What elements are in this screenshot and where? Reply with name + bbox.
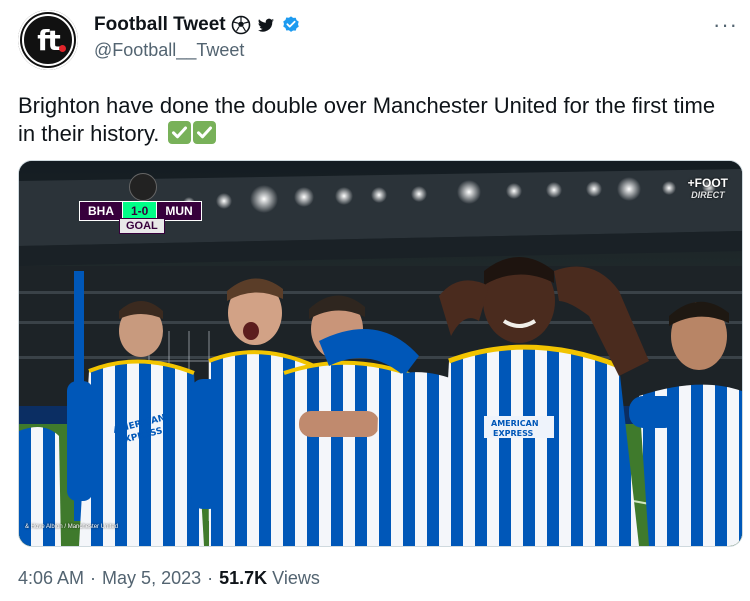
verified-badge-icon xyxy=(282,16,299,32)
broadcaster-name: +FOOT xyxy=(687,176,728,190)
svg-text:EXPRESS: EXPRESS xyxy=(493,429,534,438)
views-count: 51.7K xyxy=(219,568,268,588)
broadcaster-logo: +FOOT DIRECT xyxy=(688,177,728,201)
check-mark-icon xyxy=(167,121,191,144)
tweet-date[interactable]: May 5, 2023 xyxy=(102,568,201,588)
avatar-text: ft xyxy=(37,23,61,57)
avatar-dot xyxy=(59,45,66,52)
views-label: Views xyxy=(272,568,320,588)
tweet-meta: 4:06 AM · May 5, 2023 · 51.7K Views xyxy=(18,568,320,589)
meta-separator: · xyxy=(207,568,214,588)
display-name[interactable]: Football Tweet xyxy=(94,14,226,36)
name-row: Football Tweet xyxy=(94,14,301,36)
tweet-body: Brighton have done the double over Manch… xyxy=(18,93,722,146)
check-mark-icon xyxy=(192,121,216,144)
more-options-button[interactable]: ··· xyxy=(713,14,738,36)
premier-league-logo-icon xyxy=(129,173,157,201)
avatar[interactable]: ft xyxy=(18,10,78,70)
scorebug-home-team: BHA xyxy=(79,201,123,221)
tweet-text: Brighton have done the double over Manch… xyxy=(18,92,728,148)
soccer-ball-icon xyxy=(231,15,250,35)
scorebug-goal-label: GOAL xyxy=(119,218,165,234)
broadcaster-subtitle: DIRECT xyxy=(691,190,725,200)
handle[interactable]: @Football__Tweet xyxy=(94,40,244,61)
meta-separator: · xyxy=(90,568,97,588)
svg-text:AMERICAN: AMERICAN xyxy=(491,419,539,428)
tweet-time[interactable]: 4:06 AM xyxy=(18,568,84,588)
bird-icon xyxy=(257,18,274,32)
video-caption: & Hove Albion / Manchester United xyxy=(25,524,119,530)
tweet-media-video[interactable]: AMERICAN EXPRESS AMERICAN EXPRESS BHA 1-… xyxy=(18,160,743,547)
